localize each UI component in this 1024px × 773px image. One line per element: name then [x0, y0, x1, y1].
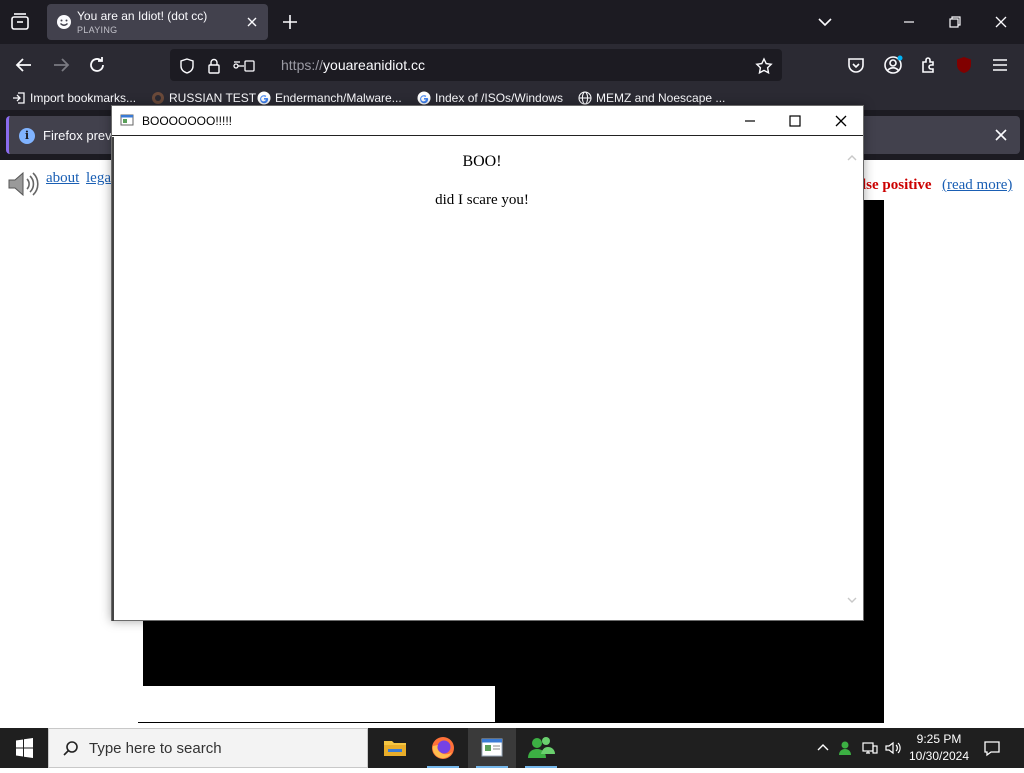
bookmark-label: Import bookmarks... — [30, 91, 137, 105]
people-icon — [528, 737, 555, 758]
chevron-up-icon[interactable] — [814, 739, 832, 757]
address-bar[interactable]: https://youareanidiot.cc — [170, 49, 782, 81]
url-domain: youareanidiot.cc — [323, 57, 425, 73]
tracking-shield-icon[interactable] — [178, 57, 196, 75]
smiley-favicon-icon — [57, 15, 71, 29]
popup-body: BOO! did I scare you! — [112, 137, 863, 621]
active-tab[interactable]: You are an Idiot! (dot cc) PLAYING — [47, 4, 268, 40]
video-border — [138, 686, 495, 722]
hamburger-menu-icon[interactable] — [989, 54, 1011, 76]
network-icon[interactable] — [861, 739, 879, 757]
import-icon — [13, 92, 25, 104]
firefox-icon — [432, 737, 454, 759]
tab-playing-status: PLAYING — [77, 25, 118, 35]
false-positive-text: lse positive — [862, 177, 932, 193]
volume-icon[interactable] — [884, 739, 902, 757]
close-tab-icon[interactable] — [244, 14, 260, 30]
window-app-icon — [481, 738, 503, 757]
search-icon — [63, 741, 78, 756]
minimize-icon[interactable] — [899, 12, 919, 32]
maximize-icon[interactable] — [785, 111, 805, 131]
navigation-toolbar: https://youareanidiot.cc 14 — [0, 44, 1024, 105]
tab-title: You are an Idiot! (dot cc) — [77, 9, 208, 23]
bookmark-memz[interactable]: MEMZ and Noescape ... — [578, 91, 725, 105]
pocket-icon[interactable] — [845, 54, 867, 76]
bookmark-label: Endermanch/Malware... — [275, 91, 402, 105]
taskbar-search-box[interactable]: Type here to search — [48, 728, 368, 768]
minimize-icon[interactable] — [740, 111, 760, 131]
notification-center-icon[interactable] — [982, 738, 1002, 758]
popup-window-taskbar-button[interactable] — [468, 728, 516, 768]
folder-icon — [384, 741, 406, 756]
popup-window: BOOOOOOO!!!!! BOO! did I scare you! — [111, 105, 864, 621]
new-tab-icon[interactable] — [280, 12, 300, 32]
bookmark-endermanch[interactable]: Endermanch/Malware... — [257, 91, 402, 105]
system-clock[interactable]: 9:25 PM 10/30/2024 — [906, 731, 972, 765]
file-explorer-taskbar-button[interactable] — [371, 728, 419, 768]
bookmark-label: MEMZ and Noescape ... — [596, 91, 726, 105]
info-icon: i — [19, 128, 35, 144]
popup-title: BOOOOOOO!!!!! — [142, 114, 233, 128]
firefox-taskbar-button[interactable] — [419, 728, 467, 768]
account-icon[interactable] — [882, 54, 904, 76]
tab-strip: You are an Idiot! (dot cc) PLAYING — [0, 0, 1024, 44]
people-taskbar-button[interactable] — [517, 728, 565, 768]
window-app-icon — [120, 114, 134, 126]
bookmark-russian-test[interactable]: RUSSIAN TEST — [151, 91, 256, 105]
globe-icon — [578, 91, 592, 105]
popup-heading: BOO! — [462, 153, 502, 170]
bookmark-isos[interactable]: Index of /ISOs/Windows — [417, 91, 563, 105]
site-favicon-icon — [152, 92, 164, 104]
lock-icon[interactable] — [205, 57, 223, 75]
reload-icon[interactable] — [86, 54, 108, 76]
bookmark-label: Index of /ISOs/Windows — [435, 91, 564, 105]
tab-list-icon[interactable] — [8, 10, 32, 34]
clock-time: 9:25 PM — [916, 732, 962, 746]
taskbar: Type here to search 9:25 PM 10/30/2024 — [0, 728, 1024, 768]
extensions-puzzle-icon[interactable] — [918, 54, 940, 76]
permissions-icon[interactable] — [232, 57, 256, 75]
ublock-shield-icon[interactable] — [953, 54, 975, 76]
popup-titlebar[interactable]: BOOOOOOO!!!!! — [112, 106, 863, 136]
windows-start-icon[interactable] — [0, 728, 48, 768]
url-text[interactable]: https://youareanidiot.cc — [281, 57, 425, 73]
scroll-up-icon[interactable] — [845, 151, 859, 165]
about-link[interactable]: about — [46, 170, 79, 187]
read-more-link[interactable]: (read more) — [942, 177, 1012, 194]
close-icon[interactable] — [831, 111, 851, 131]
back-arrow-icon[interactable] — [13, 54, 35, 76]
forward-arrow-icon[interactable] — [50, 54, 72, 76]
bookmark-import[interactable]: Import bookmarks... — [12, 91, 136, 105]
legal-link[interactable]: lega — [86, 170, 111, 187]
scroll-down-icon[interactable] — [845, 593, 859, 607]
bookmark-star-icon[interactable] — [755, 57, 773, 75]
close-window-icon[interactable] — [991, 12, 1011, 32]
bookmark-label: RUSSIAN TEST — [169, 91, 257, 105]
clock-date: 10/30/2024 — [908, 749, 970, 763]
url-prefix: https:// — [281, 57, 324, 73]
google-favicon-icon — [417, 91, 431, 105]
search-placeholder: Type here to search — [89, 740, 222, 757]
people-tray-icon[interactable] — [837, 739, 855, 757]
speaker-icon[interactable] — [6, 168, 40, 200]
chevron-down-icon[interactable] — [815, 12, 835, 32]
google-favicon-icon — [257, 91, 271, 105]
close-icon[interactable] — [992, 126, 1010, 144]
restore-icon[interactable] — [945, 12, 965, 32]
popup-message: did I scare you! — [435, 192, 529, 208]
